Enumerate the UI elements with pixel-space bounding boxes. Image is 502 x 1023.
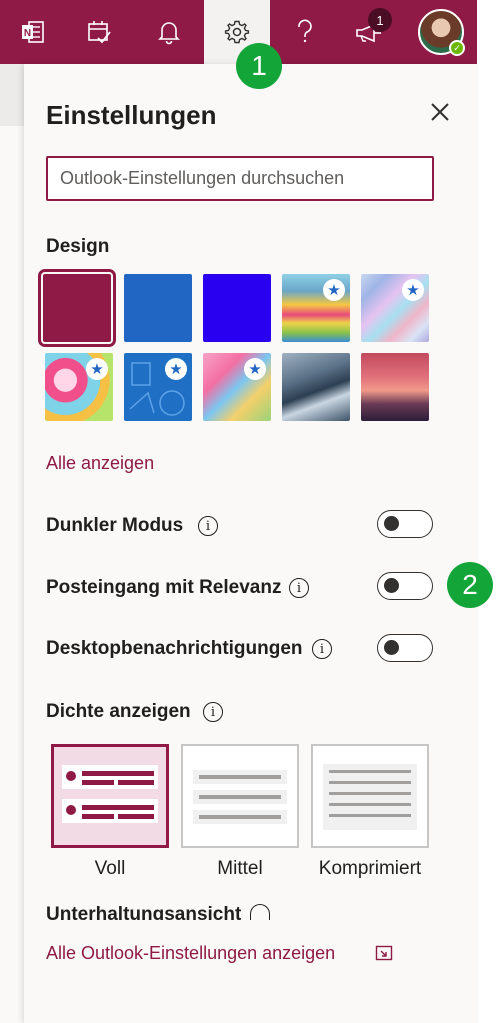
density-option-medium[interactable] (181, 744, 299, 848)
theme-blue[interactable] (124, 274, 192, 342)
close-button[interactable] (428, 100, 452, 124)
focused-inbox-label: Posteingang mit Relevanz (46, 577, 282, 598)
step-callout-2: 2 (447, 562, 493, 608)
density-option-compact[interactable] (311, 744, 429, 848)
design-label: Design (46, 236, 110, 257)
conversation-view-label: Unterhaltungsansicht (46, 904, 242, 920)
svg-text:N: N (24, 28, 31, 39)
focused-inbox-toggle[interactable] (377, 572, 433, 600)
calendar-check-icon (88, 21, 111, 44)
toggle-knob (384, 516, 399, 531)
notifications-button[interactable] (136, 0, 202, 64)
panel-title: Einstellungen (46, 100, 217, 130)
info-icon[interactable]: i (289, 578, 309, 598)
premium-star-icon: ★ (86, 358, 108, 380)
all-settings-link[interactable]: Alle Outlook-Einstellungen anzeigen (46, 943, 335, 964)
theme-mountain[interactable] (282, 353, 350, 421)
presence-available-icon: ✓ (449, 40, 465, 56)
theme-burgundy[interactable] (38, 269, 116, 347)
help-button[interactable] (272, 0, 338, 64)
info-icon[interactable]: i (312, 639, 332, 659)
onenote-icon: N (22, 21, 44, 43)
density-medium-label: Mittel (217, 858, 263, 879)
dark-mode-toggle[interactable] (377, 510, 433, 538)
premium-star-icon: ★ (244, 358, 266, 380)
info-icon[interactable] (250, 904, 270, 920)
settings-panel: Einstellungen Design ★ ★ ★ ★ ★ Alle anze… (24, 64, 477, 1023)
show-all-themes-link[interactable]: Alle anzeigen (46, 453, 154, 474)
desktop-notifications-label: Desktopbenachrichtigungen (46, 638, 303, 659)
notification-count-badge: 1 (368, 8, 392, 32)
open-external-icon[interactable] (375, 945, 393, 961)
gear-icon (224, 20, 250, 44)
toggle-knob (384, 578, 399, 593)
theme-pixel-city[interactable]: ★ (203, 353, 271, 421)
settings-search-input[interactable] (46, 156, 434, 201)
density-label: Dichte anzeigen (46, 701, 191, 722)
bell-icon (158, 22, 180, 45)
background-page-header (0, 64, 24, 126)
theme-blueprint[interactable]: ★ (124, 353, 192, 421)
theme-palms[interactable] (361, 353, 429, 421)
density-option-full[interactable] (51, 744, 169, 848)
step-callout-1: 1 (236, 43, 282, 89)
theme-ribbons[interactable]: ★ (361, 274, 429, 342)
theme-rainbow[interactable]: ★ (282, 274, 350, 342)
premium-star-icon: ★ (323, 279, 345, 301)
theme-indigo[interactable] (203, 274, 271, 342)
background-page-strip (0, 64, 24, 1023)
my-day-button[interactable] (66, 0, 132, 64)
help-icon (298, 19, 312, 43)
toggle-knob (384, 640, 399, 655)
info-icon[interactable]: i (198, 516, 218, 536)
premium-star-icon: ★ (165, 358, 187, 380)
close-icon (431, 103, 449, 121)
info-icon[interactable]: i (203, 702, 223, 722)
density-compact-label: Komprimiert (318, 858, 422, 879)
onenote-button[interactable]: N (0, 0, 66, 64)
whats-new-button[interactable] (336, 0, 402, 64)
premium-star-icon: ★ (402, 279, 424, 301)
theme-comic[interactable]: ★ (45, 353, 113, 421)
density-full-label: Voll (94, 858, 126, 879)
dark-mode-label: Dunkler Modus (46, 515, 184, 536)
desktop-notifications-toggle[interactable] (377, 634, 433, 662)
